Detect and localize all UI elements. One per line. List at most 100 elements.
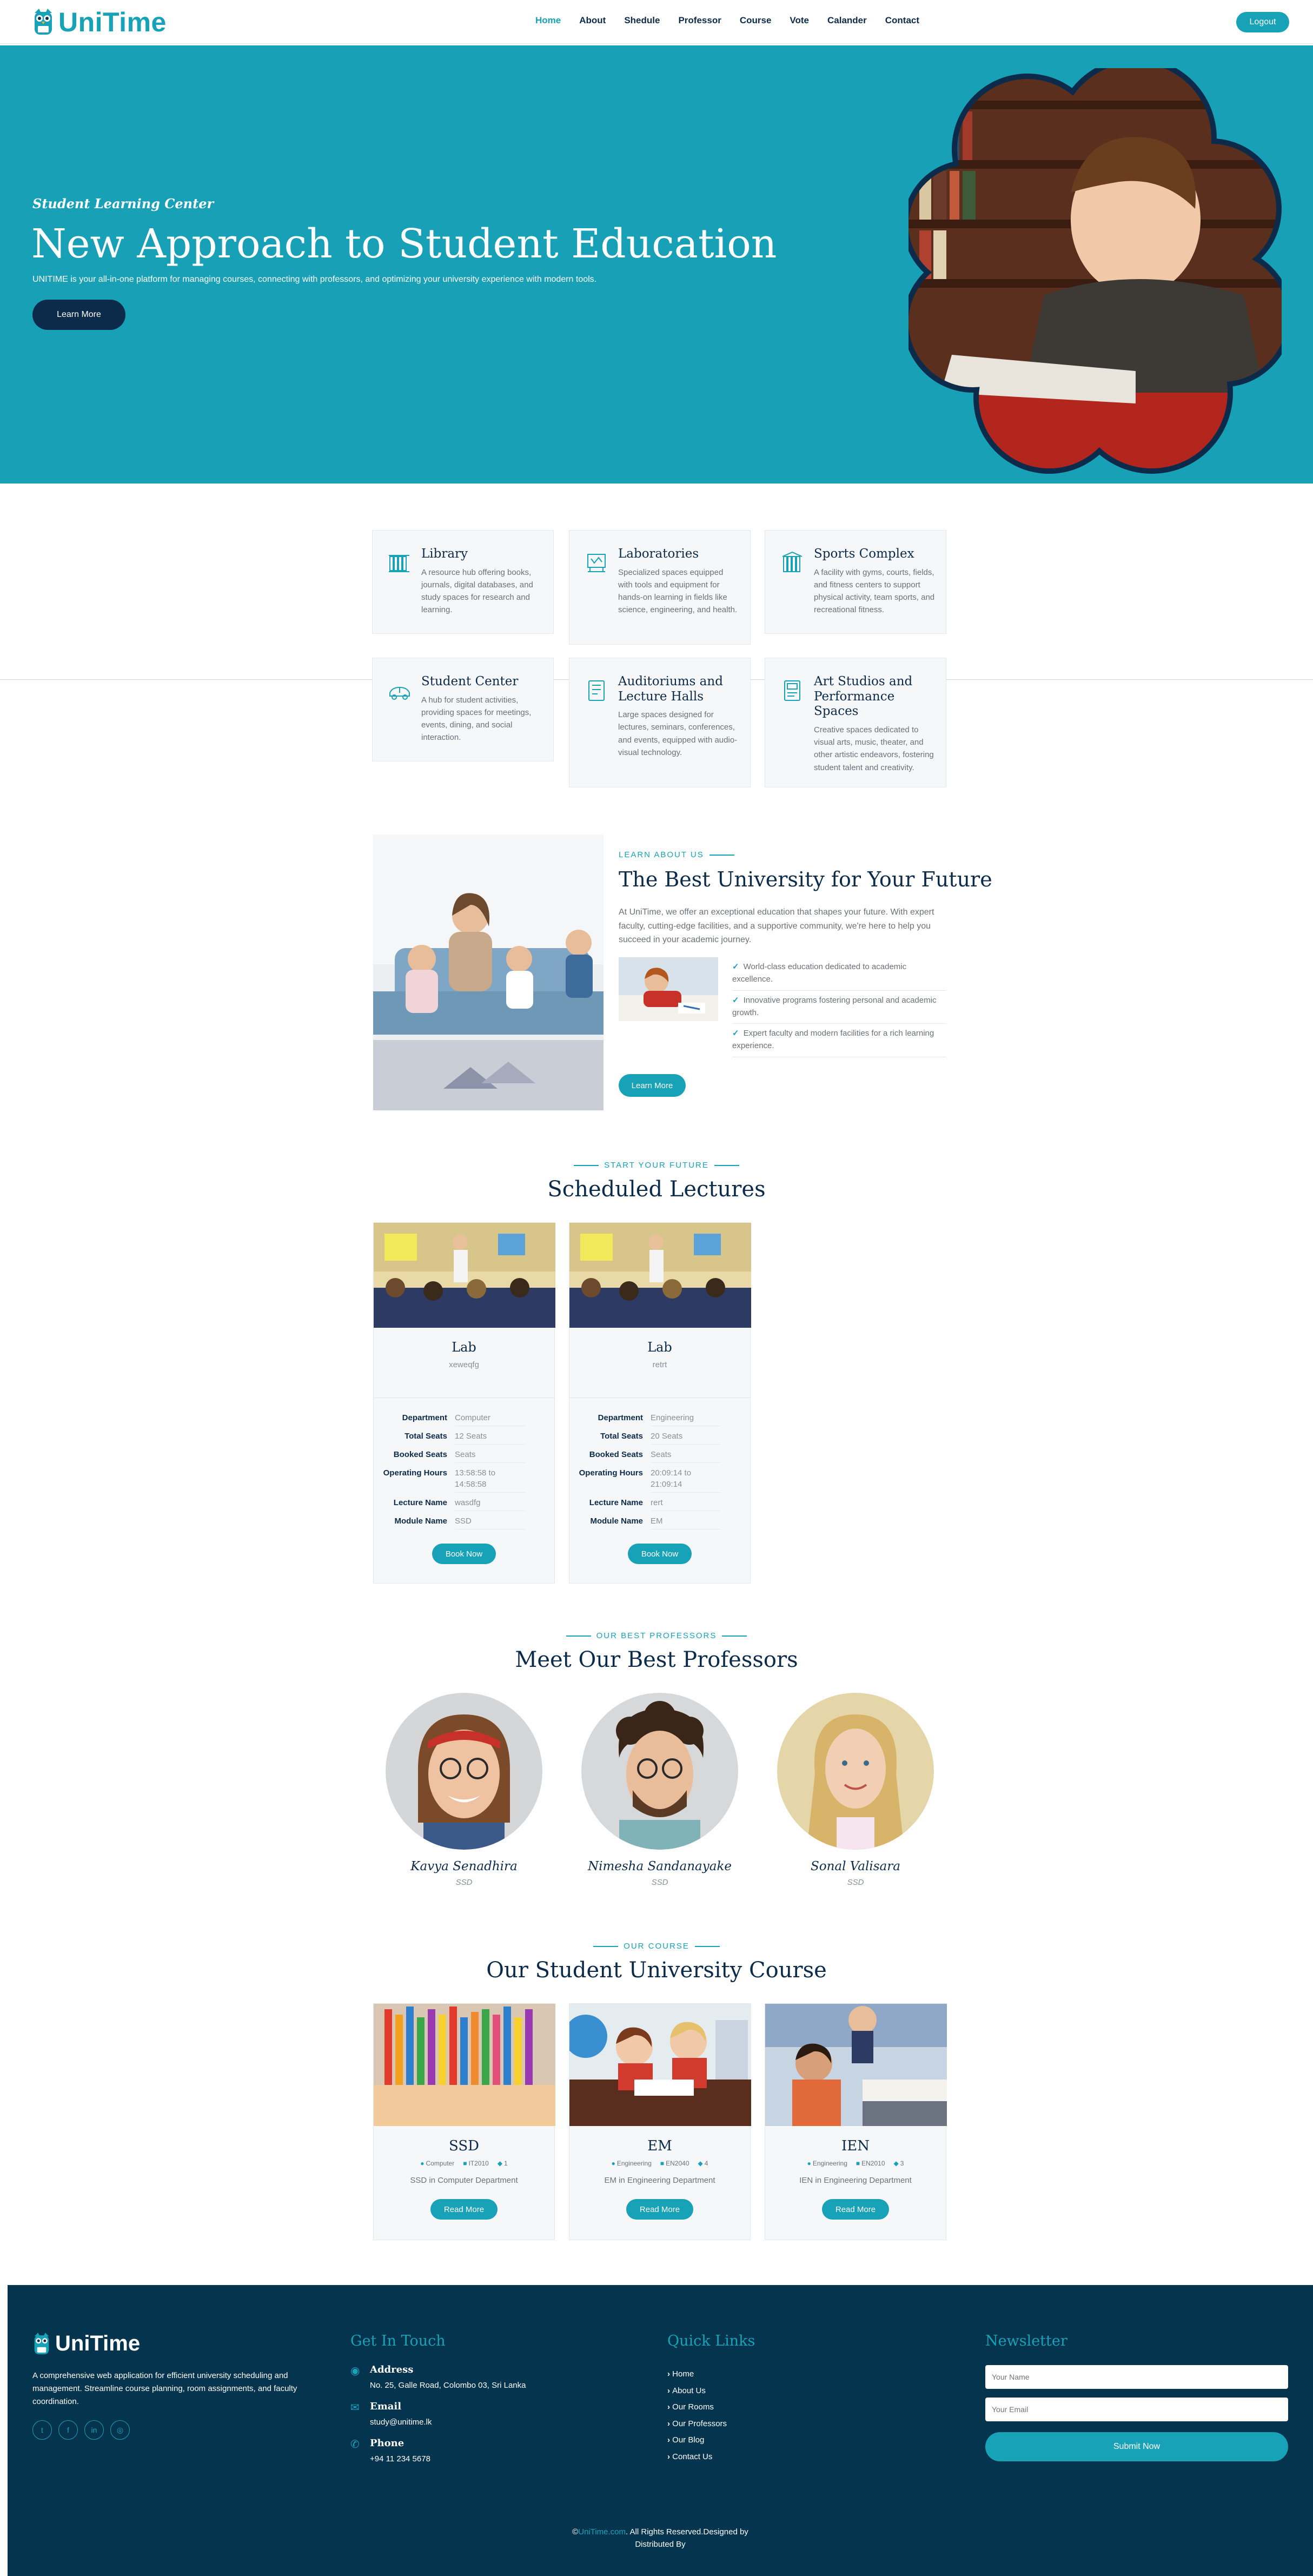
facility-text: Specialized spaces equipped with tools a…	[618, 567, 738, 615]
about-eyebrow: LEARN ABOUT US	[619, 850, 734, 859]
footer-logo[interactable]: UniTime	[34, 2332, 140, 2356]
nav-contact[interactable]: Contact	[885, 15, 919, 26]
nav-course[interactable]: Course	[740, 15, 772, 26]
lecture-row-lecture-name: Lecture Name wasdfg	[374, 1495, 554, 1513]
course-code: ■ IT2010	[463, 2160, 489, 2167]
course-code: ■ EN2040	[660, 2160, 689, 2167]
lecture-subtitle: retrt	[652, 1360, 667, 1369]
comments-icon: ◆	[497, 2160, 503, 2167]
about-learn-more-button[interactable]: Learn More	[619, 1074, 686, 1097]
professor-card[interactable]: Sonal Valisara SSD	[765, 1693, 946, 1887]
read-more-button[interactable]: Read More	[626, 2199, 693, 2220]
facility-card-art-studios[interactable]: Art Studios and Performance Spaces Creat…	[765, 658, 946, 787]
facility-text: Creative spaces dedicated to visual arts…	[814, 725, 934, 772]
colored-pencils-photo	[374, 2004, 555, 2126]
book-now-button[interactable]: Book Now	[628, 1544, 692, 1564]
phone-icon: ✆	[350, 2439, 360, 2451]
book-now-button[interactable]: Book Now	[432, 1544, 496, 1564]
course-description: SSD in Computer Department	[410, 2176, 518, 2185]
about-child-drawing-photo	[619, 957, 718, 1021]
about-title: The Best University for Your Future	[619, 868, 992, 891]
footer-link-blog[interactable]: Our Blog	[667, 2432, 727, 2449]
brand-logo[interactable]: UniTime	[34, 5, 167, 39]
lecture-row-department: Department Engineering	[569, 1410, 750, 1428]
copyright-brand-link[interactable]: UniTime.com	[578, 2527, 626, 2537]
nav-calendar[interactable]: Calander	[827, 15, 867, 26]
professor-card[interactable]: Nimesha Sandanayake SSD	[569, 1693, 751, 1887]
footer-link-professors[interactable]: Our Professors	[667, 2416, 727, 2433]
linkedin-icon[interactable]: in	[84, 2420, 104, 2440]
footer-brand: UniTime	[55, 2332, 141, 2355]
course-description: EM in Engineering Department	[604, 2176, 715, 2185]
checklist-item: ✓ World-class education dedicated to acad…	[732, 957, 946, 991]
professor-photo	[777, 1693, 934, 1850]
footer-link-contact[interactable]: Contact Us	[667, 2449, 727, 2466]
professor-department: SSD	[847, 1878, 864, 1887]
facility-card-library[interactable]: Library A resource hub offering books, j…	[372, 530, 554, 634]
nav-vote[interactable]: Vote	[790, 15, 809, 26]
newsletter-name-input[interactable]	[985, 2365, 1288, 2389]
map-marker-icon: ◉	[350, 2365, 360, 2377]
hero-learn-more-button[interactable]: Learn More	[32, 300, 125, 330]
lecture-row-module-name: Module Name EM	[569, 1513, 750, 1532]
read-more-button[interactable]: Read More	[822, 2199, 889, 2220]
address-item: ◉ Address No. 25, Galle Road, Colombo 03…	[350, 2364, 526, 2390]
nav-home[interactable]: Home	[535, 15, 561, 26]
lecture-row-operating-hours: Operating Hours 20:09:14 to 21:09:14	[569, 1465, 750, 1495]
courses-title: Our Student University Course	[486, 1958, 827, 1983]
lecture-row-booked-seats: Booked Seats Seats	[569, 1447, 750, 1465]
footer-link-about[interactable]: About Us	[667, 2383, 727, 2400]
hero-description: UNITIME is your all-in-one platform for …	[32, 275, 597, 284]
nav-about[interactable]: About	[579, 15, 606, 26]
owl-logo-icon	[34, 2332, 49, 2354]
facility-card-laboratories[interactable]: Laboratories Specialized spaces equipped…	[569, 530, 751, 645]
check-icon: ✓	[732, 1029, 739, 1038]
art-studio-icon	[784, 680, 800, 701]
course-meta: ● Computer ■ IT2010 ◆ 1	[374, 2160, 554, 2167]
logout-button[interactable]: Logout	[1236, 12, 1289, 32]
course-title: SSD	[448, 2138, 479, 2154]
facility-card-sports-complex[interactable]: Sports Complex A facility with gyms, cou…	[765, 530, 946, 634]
twitter-icon[interactable]: t	[32, 2420, 52, 2440]
quick-links-heading: Quick Links	[667, 2333, 755, 2349]
facility-card-student-center[interactable]: Student Center A hub for student activit…	[372, 658, 554, 761]
lecture-card: Lab xeweqfg Department Computer Total Sea…	[373, 1222, 555, 1584]
facility-card-auditoriums[interactable]: Auditoriums and Lecture Halls Large spac…	[569, 658, 751, 787]
course-meta: ● Engineering ■ EN2040 ◆ 4	[569, 2160, 750, 2167]
lectures-title: Scheduled Lectures	[547, 1177, 766, 1202]
children-reading-photo	[569, 2004, 751, 2126]
lecture-row-total-seats: Total Seats 12 Seats	[374, 1428, 554, 1447]
lecture-title: Lab	[647, 1340, 672, 1355]
read-more-button[interactable]: Read More	[430, 2199, 498, 2220]
lecture-card: Lab retrt Department Engineering Total Se…	[569, 1222, 751, 1584]
nav-professor[interactable]: Professor	[678, 15, 721, 26]
course-department: ● Engineering	[807, 2160, 847, 2167]
course-department: ● Computer	[420, 2160, 455, 2167]
email-value[interactable]: study@unitime.lk	[370, 2418, 432, 2427]
professor-card[interactable]: Kavya Senadhira SSD	[373, 1693, 555, 1887]
folder-icon: ■	[856, 2160, 860, 2167]
newsletter-email-input[interactable]	[985, 2398, 1288, 2421]
hero-banner: Student Learning Center New Approach to …	[0, 45, 1313, 484]
comments-icon: ◆	[893, 2160, 899, 2167]
library-icon	[389, 555, 409, 572]
phone-value[interactable]: +94 11 234 5678	[370, 2454, 430, 2464]
facility-title: Laboratories	[618, 547, 699, 561]
checklist-item: ✓ Expert faculty and modern facilities fo…	[732, 1024, 946, 1057]
facility-title: Library	[421, 547, 468, 561]
nav-schedule[interactable]: Shedule	[624, 15, 660, 26]
sports-complex-icon	[782, 551, 803, 572]
course-card: EM ● Engineering ■ EN2040 ◆ 4 EM in Enginee…	[569, 2003, 751, 2240]
check-icon: ✓	[732, 962, 739, 971]
lecture-title: Lab	[452, 1340, 476, 1355]
course-department: ● Engineering	[611, 2160, 652, 2167]
facebook-icon[interactable]: f	[58, 2420, 78, 2440]
professor-photo	[386, 1693, 542, 1850]
newsletter-submit-button[interactable]: Submit Now	[985, 2432, 1288, 2461]
envelope-icon: ✉	[350, 2402, 360, 2414]
footer-link-home[interactable]: Home	[667, 2366, 727, 2383]
instagram-icon[interactable]: ◎	[110, 2420, 130, 2440]
classroom-photo	[569, 1223, 751, 1328]
footer-link-rooms[interactable]: Our Rooms	[667, 2399, 727, 2416]
professors-eyebrow-text: OUR BEST PROFESSORS	[596, 1631, 717, 1640]
